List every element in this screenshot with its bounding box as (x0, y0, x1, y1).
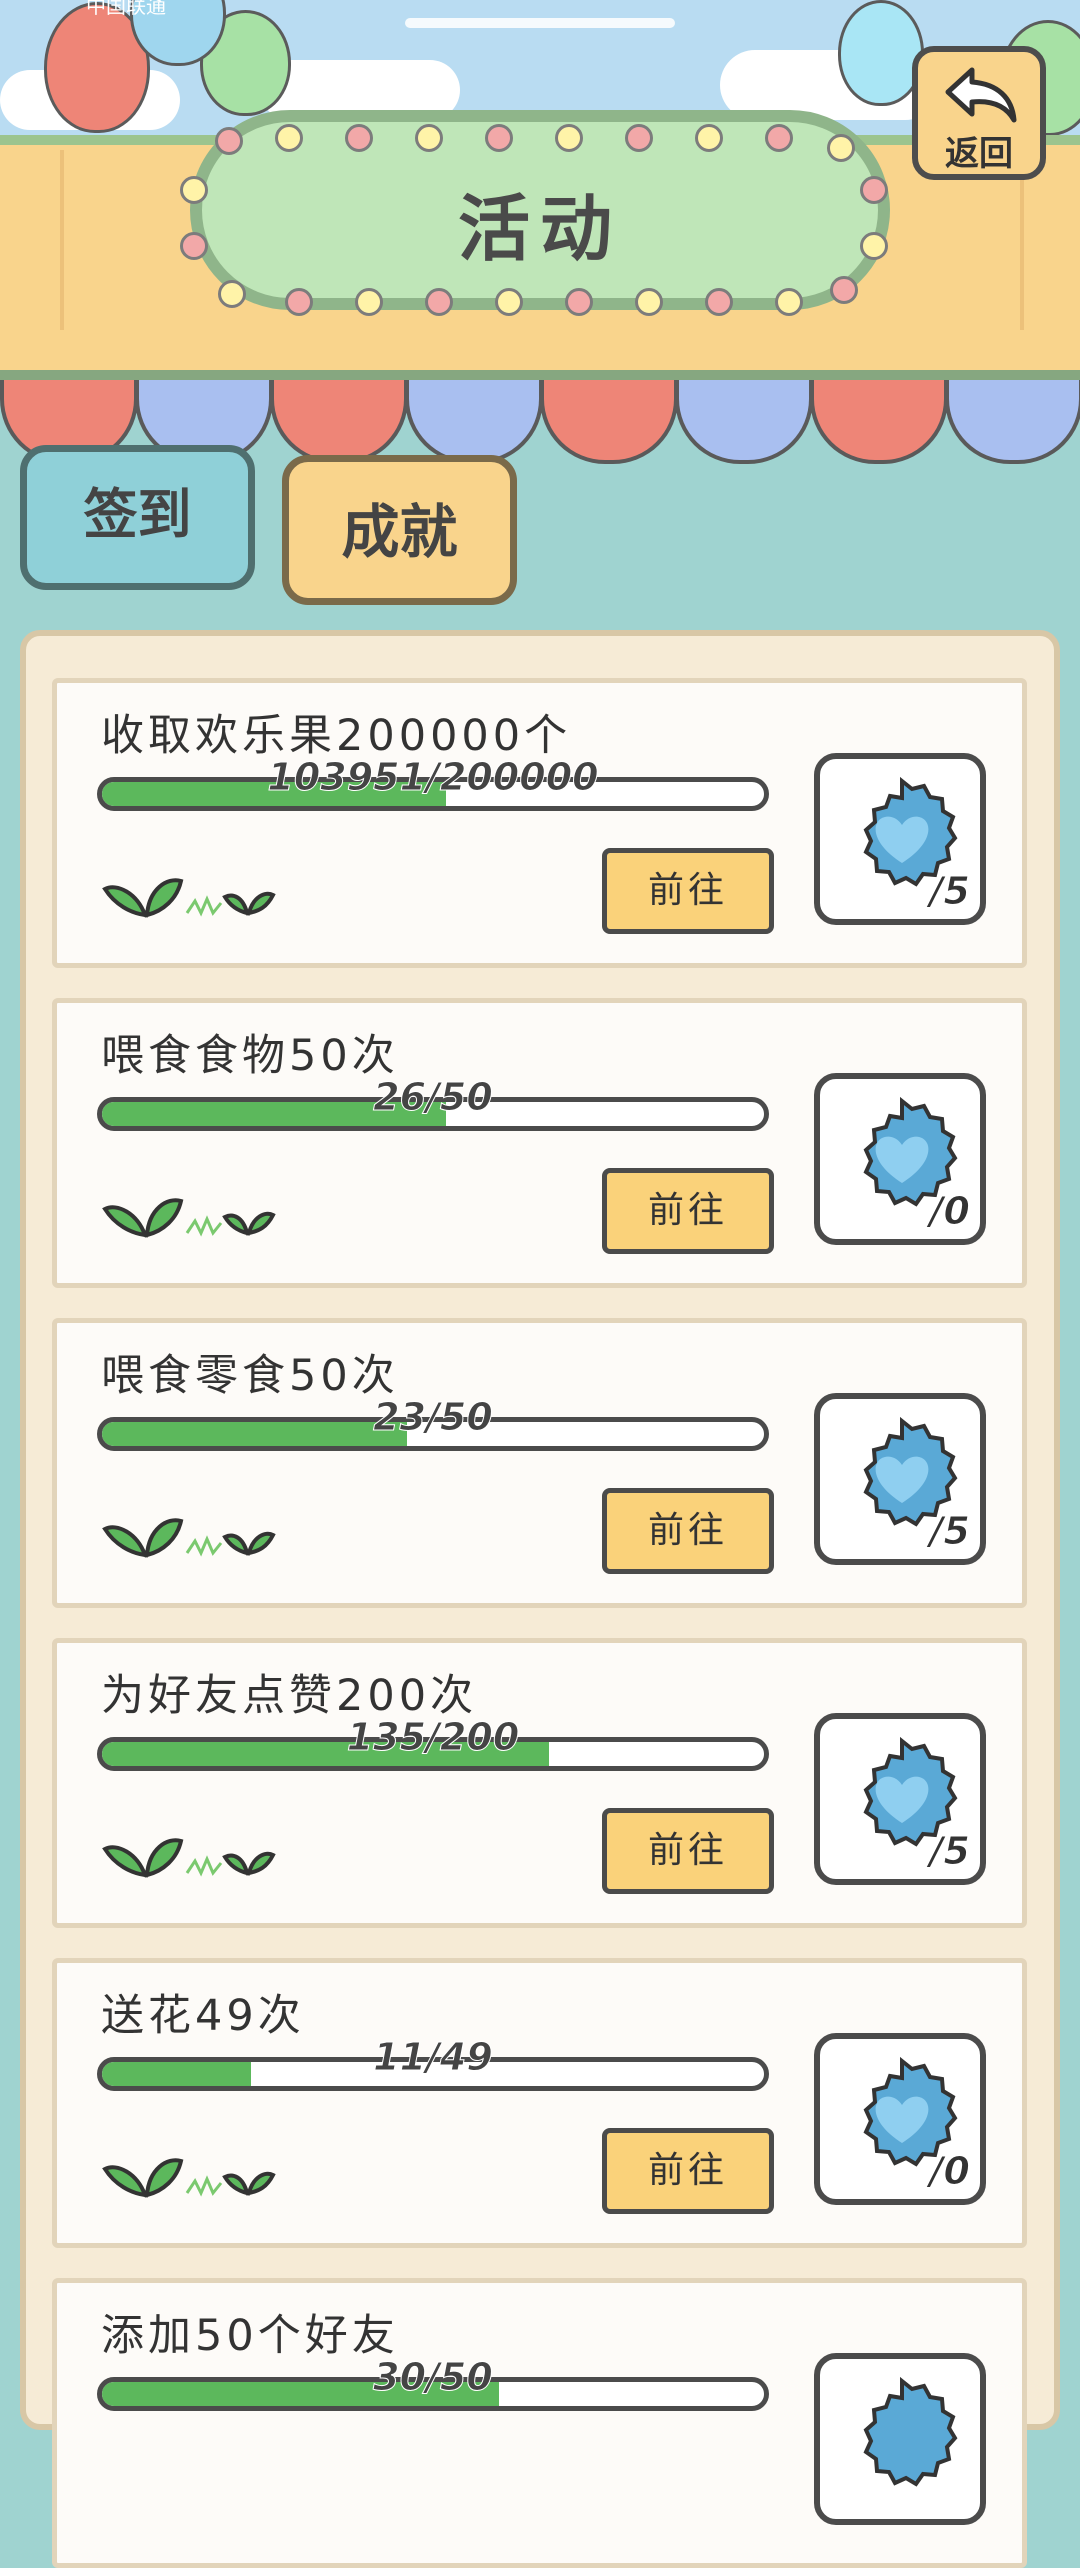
tab-achievements[interactable]: 成就 (282, 455, 517, 605)
task-card: 喂食食物50次 26/50 前往 /0 (52, 998, 1027, 1288)
go-button[interactable]: 前往 (602, 2128, 774, 2214)
light-bulb (355, 288, 383, 316)
sprout-icon (102, 2158, 276, 2198)
task-title: 送花49次 (101, 1991, 305, 2041)
reward-count: /0 (929, 2149, 970, 2194)
sprout-icon (102, 1198, 276, 1238)
light-bulb (495, 288, 523, 316)
light-bulb (695, 124, 723, 152)
task-title: 喂食食物50次 (101, 1031, 399, 1081)
reward-slot: /5 (814, 753, 986, 925)
sprout-icon (102, 1838, 276, 1878)
light-bulb (765, 124, 793, 152)
back-arrow-icon (945, 67, 1017, 123)
light-bulb (775, 288, 803, 316)
tab-sign-in[interactable]: 签到 (20, 445, 255, 590)
light-bulb (425, 288, 453, 316)
home-indicator (405, 18, 675, 28)
light-bulb (215, 127, 243, 155)
progress-text: 23/50 (373, 1395, 494, 1440)
reward-slot: /5 (814, 1713, 986, 1885)
reward-count: /0 (929, 1189, 970, 1234)
reward-slot (814, 2353, 986, 2525)
sprout-icon (102, 878, 276, 918)
light-bulb (275, 124, 303, 152)
task-title: 为好友点赞200次 (101, 1671, 478, 1721)
reward-count: /5 (929, 1829, 970, 1874)
reward-count: /5 (929, 869, 970, 914)
scallop (675, 380, 813, 464)
progress-text: 26/50 (373, 1075, 494, 1120)
go-button[interactable]: 前往 (602, 848, 774, 934)
light-bulb (555, 124, 583, 152)
task-title: 喂食零食50次 (101, 1351, 399, 1401)
progress-text: 135/200 (346, 1715, 520, 1760)
scallop (945, 380, 1080, 464)
light-bulb (827, 134, 855, 162)
go-button[interactable]: 前往 (602, 1808, 774, 1894)
go-button[interactable]: 前往 (602, 1168, 774, 1254)
progress-text: 11/49 (373, 2035, 494, 2080)
light-bulb (345, 124, 373, 152)
light-bulb (565, 288, 593, 316)
task-card: 收取欢乐果200000个 103951/200000 前往 /5 (52, 678, 1027, 968)
scallop (270, 380, 408, 464)
task-title: 添加50个好友 (101, 2311, 399, 2361)
carrier-label: 中国联通 (86, 0, 166, 18)
task-card: 为好友点赞200次 135/200 前往 /5 (52, 1638, 1027, 1928)
sprout-icon (102, 1518, 276, 1558)
scallop (810, 380, 948, 464)
task-card: 喂食零食50次 23/50 前往 /5 (52, 1318, 1027, 1608)
reward-slot: /5 (814, 1393, 986, 1565)
go-button[interactable]: 前往 (602, 1488, 774, 1574)
light-bulb (830, 276, 858, 304)
light-bulb (218, 280, 246, 308)
light-bulb (625, 124, 653, 152)
progress-text: 103951/200000 (267, 755, 599, 800)
light-bulb (285, 288, 313, 316)
light-bulb (485, 124, 513, 152)
task-title: 收取欢乐果200000个 (101, 711, 572, 761)
reward-slot: /0 (814, 1073, 986, 1245)
scallop (540, 380, 678, 464)
scallop (405, 380, 543, 464)
light-bulb (415, 124, 443, 152)
task-card: 添加50个好友 30/50 (52, 2278, 1027, 2568)
page-title: 活动 (457, 187, 622, 271)
task-card: 送花49次 11/49 前往 /0 (52, 1958, 1027, 2248)
light-bulb (705, 288, 733, 316)
progress-text: 30/50 (373, 2355, 494, 2400)
back-label: 返回 (945, 134, 1013, 174)
bottle-cap-icon (863, 2376, 958, 2487)
back-button[interactable]: 返回 (912, 46, 1046, 180)
reward-count: /5 (929, 1509, 970, 1554)
light-bulb (635, 288, 663, 316)
reward-slot: /0 (814, 2033, 986, 2205)
